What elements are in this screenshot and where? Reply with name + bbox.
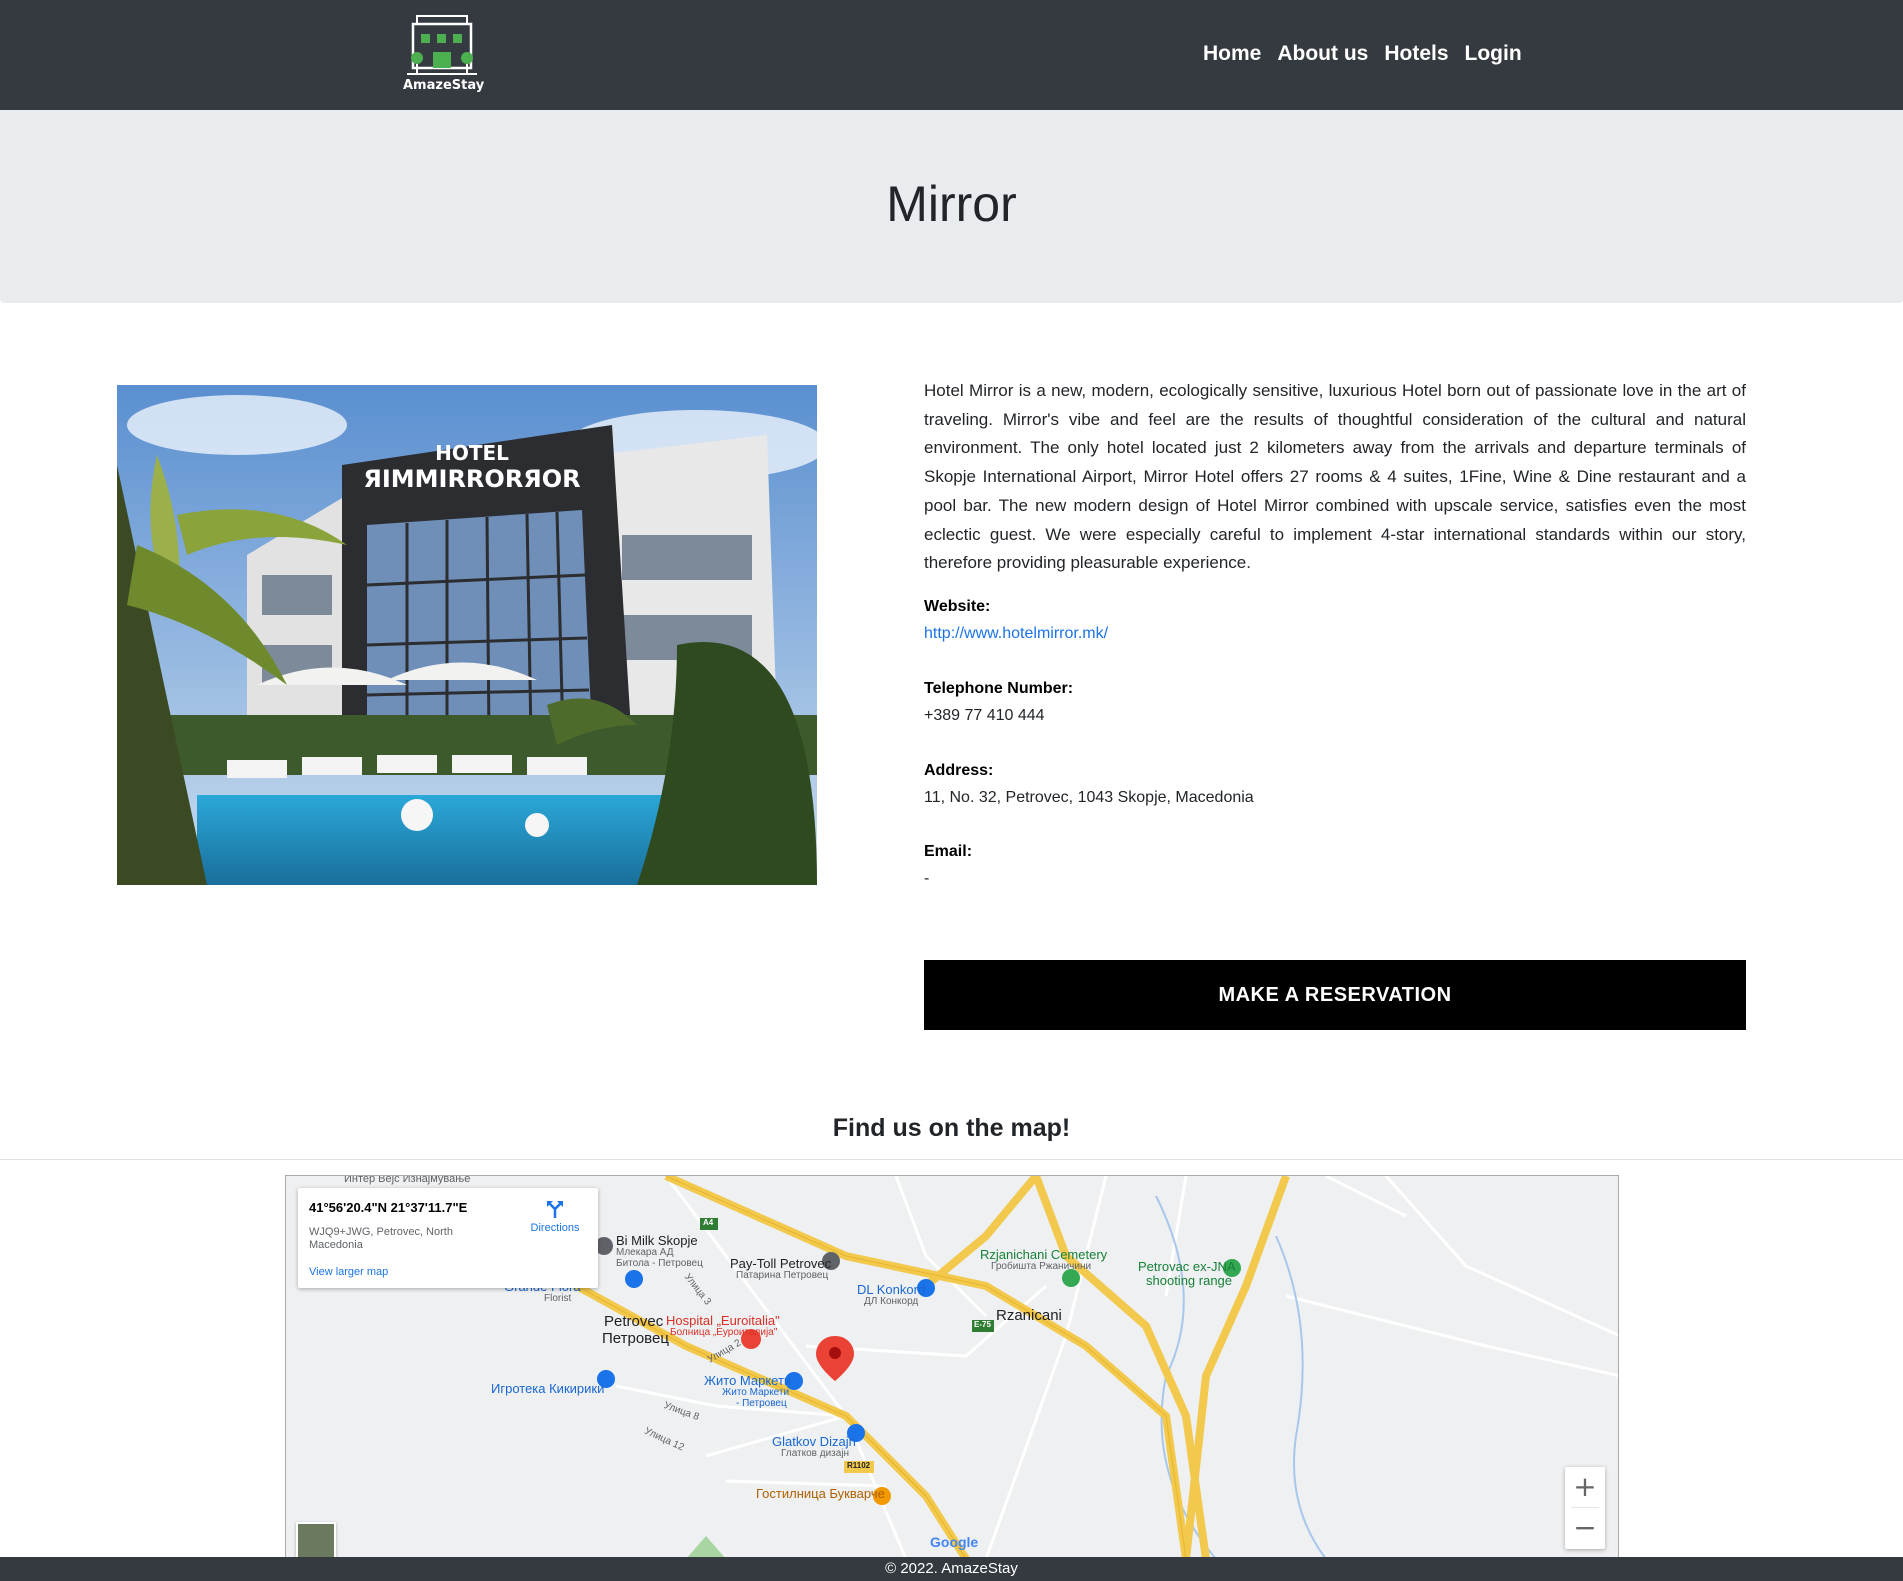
map-label-zhito-sub2: - Петровец	[736, 1398, 787, 1409]
map-label-hospital-sub: Болница „Еуроиталија"	[670, 1327, 778, 1338]
embedded-map[interactable]: Интер Вејс Изнајмување ol Bi Milk Skopje…	[285, 1175, 1619, 1558]
map-label-bimilk-sub1: Млекара АД	[616, 1247, 674, 1258]
map-label-paytoll: Pay-Toll Petrovec	[730, 1256, 832, 1271]
address-label: Address:	[924, 762, 994, 779]
map-label-zhito: Жито Маркети	[704, 1373, 792, 1388]
map-label-gostilnica: Гостилница Букварче	[756, 1486, 885, 1501]
navbar: AmazeStay Home About us Hotels Login	[0, 0, 1903, 110]
nav-login-link[interactable]: Login	[1465, 42, 1522, 66]
map-label-petrovec: Petrovec	[604, 1313, 664, 1330]
map-label-hospital: Hospital „Euroitalia"	[666, 1313, 780, 1328]
nav-menu: Home About us Hotels Login	[1203, 42, 1522, 66]
website-link[interactable]: http://www.hotelmirror.mk/	[924, 625, 1108, 642]
email-value: -	[924, 870, 930, 887]
nav-hotels-link[interactable]: Hotels	[1384, 42, 1448, 66]
map-label-inter: Интер Вејс Изнајмување	[344, 1175, 471, 1185]
section-divider	[0, 1159, 1903, 1160]
map-label-shooting-1: Petrovac ex-JNA	[1138, 1259, 1236, 1274]
map-info-card: 41°56'20.4"N 21°37'11.7"E WJQ9+JWG, Petr…	[298, 1188, 598, 1288]
map-label-dlkonkord-sub: ДЛ Конкорд	[864, 1296, 919, 1307]
road-shield-r1102: R1102	[847, 1461, 871, 1470]
hotel-sign-top: HOTEL	[435, 441, 509, 465]
nav-home-link[interactable]: Home	[1203, 42, 1261, 66]
nav-about-link[interactable]: About us	[1277, 42, 1368, 66]
zoom-out-button[interactable]: −	[1565, 1508, 1605, 1548]
directions-label: Directions	[530, 1222, 580, 1234]
map-label-igroteka: Игротека Кикирики	[491, 1381, 605, 1396]
location-pin-icon	[816, 1336, 854, 1381]
map-zoom-control: + −	[1565, 1467, 1605, 1549]
hotel-photo: HOTEL ЯIMMIRRORЯOR	[117, 385, 817, 885]
map-section-title: Find us on the map!	[832, 1114, 1071, 1142]
hotel-sign: ЯIMMIRRORЯOR	[363, 465, 580, 493]
map-label-glatkov-sub: Глатков дизајн	[781, 1448, 850, 1459]
map-label-cemetery-sub: Гробишта Ржаничини	[991, 1261, 1092, 1272]
map-label-cemetery: Rzjanichani Cemetery	[980, 1247, 1108, 1262]
website-value: http://www.hotelmirror.mk/	[924, 625, 1108, 643]
map-label-dlkonkord: DL Konkord	[857, 1282, 926, 1297]
map-label-bimilk: Bi Milk Skopje	[616, 1233, 698, 1248]
make-reservation-button[interactable]: MAKE A RESERVATION	[924, 960, 1746, 1030]
map-label-grande-sub: Florist	[544, 1293, 572, 1304]
map-label-glatkov: Glatkov Dizajn	[772, 1434, 856, 1449]
map-label-rzanicani: Rzanicani	[996, 1307, 1062, 1324]
phone-label: Telephone Number:	[924, 680, 1074, 697]
phone-value: +389 77 410 444	[924, 707, 1045, 724]
hotel-header: Mirror	[0, 110, 1903, 303]
brand-logo[interactable]: AmazeStay	[403, 12, 485, 96]
google-logo: Google	[930, 1534, 978, 1550]
hotel-description: Hotel Mirror is a new, modern, ecologica…	[924, 381, 1746, 573]
map-label-petrovec-cyr: Петровец	[602, 1330, 669, 1347]
map-label-paytoll-sub: Патарина Петровец	[736, 1270, 829, 1281]
road-shield-e75: E-75	[974, 1320, 991, 1329]
directions-button[interactable]: Directions	[520, 1198, 590, 1234]
hotel-logo-icon	[407, 15, 477, 75]
address-value: 11, No. 32, Petrovec, 1043 Skopje, Maced…	[924, 789, 1254, 806]
hotel-title: Mirror	[886, 176, 1017, 232]
google-logo-text: Google	[930, 1534, 979, 1550]
road-shield-a4: A4	[703, 1218, 714, 1227]
zoom-in-button[interactable]: +	[1565, 1467, 1605, 1507]
footer: © 2022. AmazeStay	[0, 1557, 1903, 1581]
map-label-bimilk-sub2: Битола - Петровец	[616, 1258, 703, 1269]
map-address: WJQ9+JWG, Petrovec, North Macedonia	[309, 1226, 453, 1251]
directions-icon	[547, 1201, 563, 1218]
map-label-zhito-sub1: Жито Маркети	[722, 1387, 790, 1398]
brand-name: AmazeStay	[403, 78, 485, 93]
map-label-shooting-2: shooting range	[1146, 1273, 1233, 1288]
satellite-toggle[interactable]	[296, 1522, 336, 1557]
email-label: Email:	[924, 843, 973, 860]
website-label: Website:	[924, 598, 991, 615]
view-larger-map-link[interactable]: View larger map	[309, 1266, 388, 1278]
map-coordinates: 41°56'20.4"N 21°37'11.7"E	[309, 1200, 468, 1215]
